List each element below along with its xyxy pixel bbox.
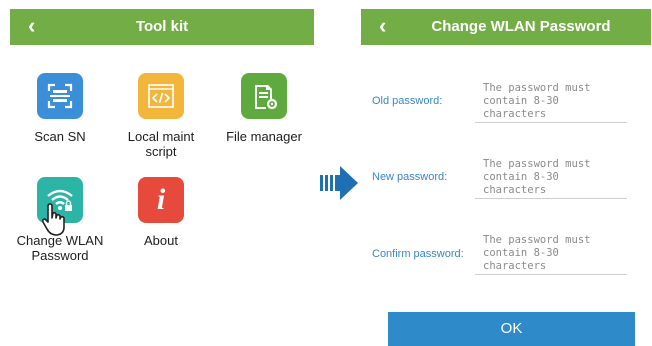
tile-about[interactable]: i About [111, 177, 211, 248]
page-title: Tool kit [135, 18, 189, 35]
confirm-password-field[interactable]: The password must contain 8-30 character… [475, 232, 627, 275]
file-settings-icon [241, 73, 287, 119]
tile-scan-sn[interactable]: Scan SN [10, 73, 110, 144]
info-icon: i [138, 177, 184, 223]
tile-label: Change WLAN Password [16, 233, 104, 263]
hand-cursor-icon [41, 203, 65, 236]
confirm-password-label: Confirm password: [372, 248, 464, 260]
scan-icon [37, 73, 83, 119]
tile-label: About [144, 233, 178, 248]
tile-file-manager[interactable]: File manager [214, 73, 314, 144]
new-password-label: New password: [372, 171, 448, 183]
tile-label: File manager [226, 129, 302, 144]
tile-label: Local maint script [127, 129, 195, 159]
tile-change-wlan-password[interactable]: Change WLAN Password [10, 177, 110, 263]
old-password-field[interactable]: The password must contain 8-30 character… [475, 80, 627, 123]
new-password-field[interactable]: The password must contain 8-30 character… [475, 156, 627, 199]
back-icon[interactable]: ‹ [379, 12, 386, 40]
toolkit-screen: ‹ Tool kit Scan SN Local maint script Fi… [10, 0, 314, 341]
script-icon [138, 73, 184, 119]
wlan-header: ‹ Change WLAN Password [361, 9, 651, 45]
old-password-label: Old password: [372, 95, 443, 107]
change-wlan-password-screen: ‹ Change WLAN Password Old password: The… [361, 0, 651, 346]
tile-local-maint-script[interactable]: Local maint script [111, 73, 211, 159]
right-arrow-icon [320, 166, 358, 200]
tile-label: Scan SN [34, 129, 86, 144]
toolkit-header: ‹ Tool kit [10, 9, 314, 45]
page-title: Change WLAN Password [431, 18, 611, 35]
wifi-lock-icon [37, 177, 83, 236]
